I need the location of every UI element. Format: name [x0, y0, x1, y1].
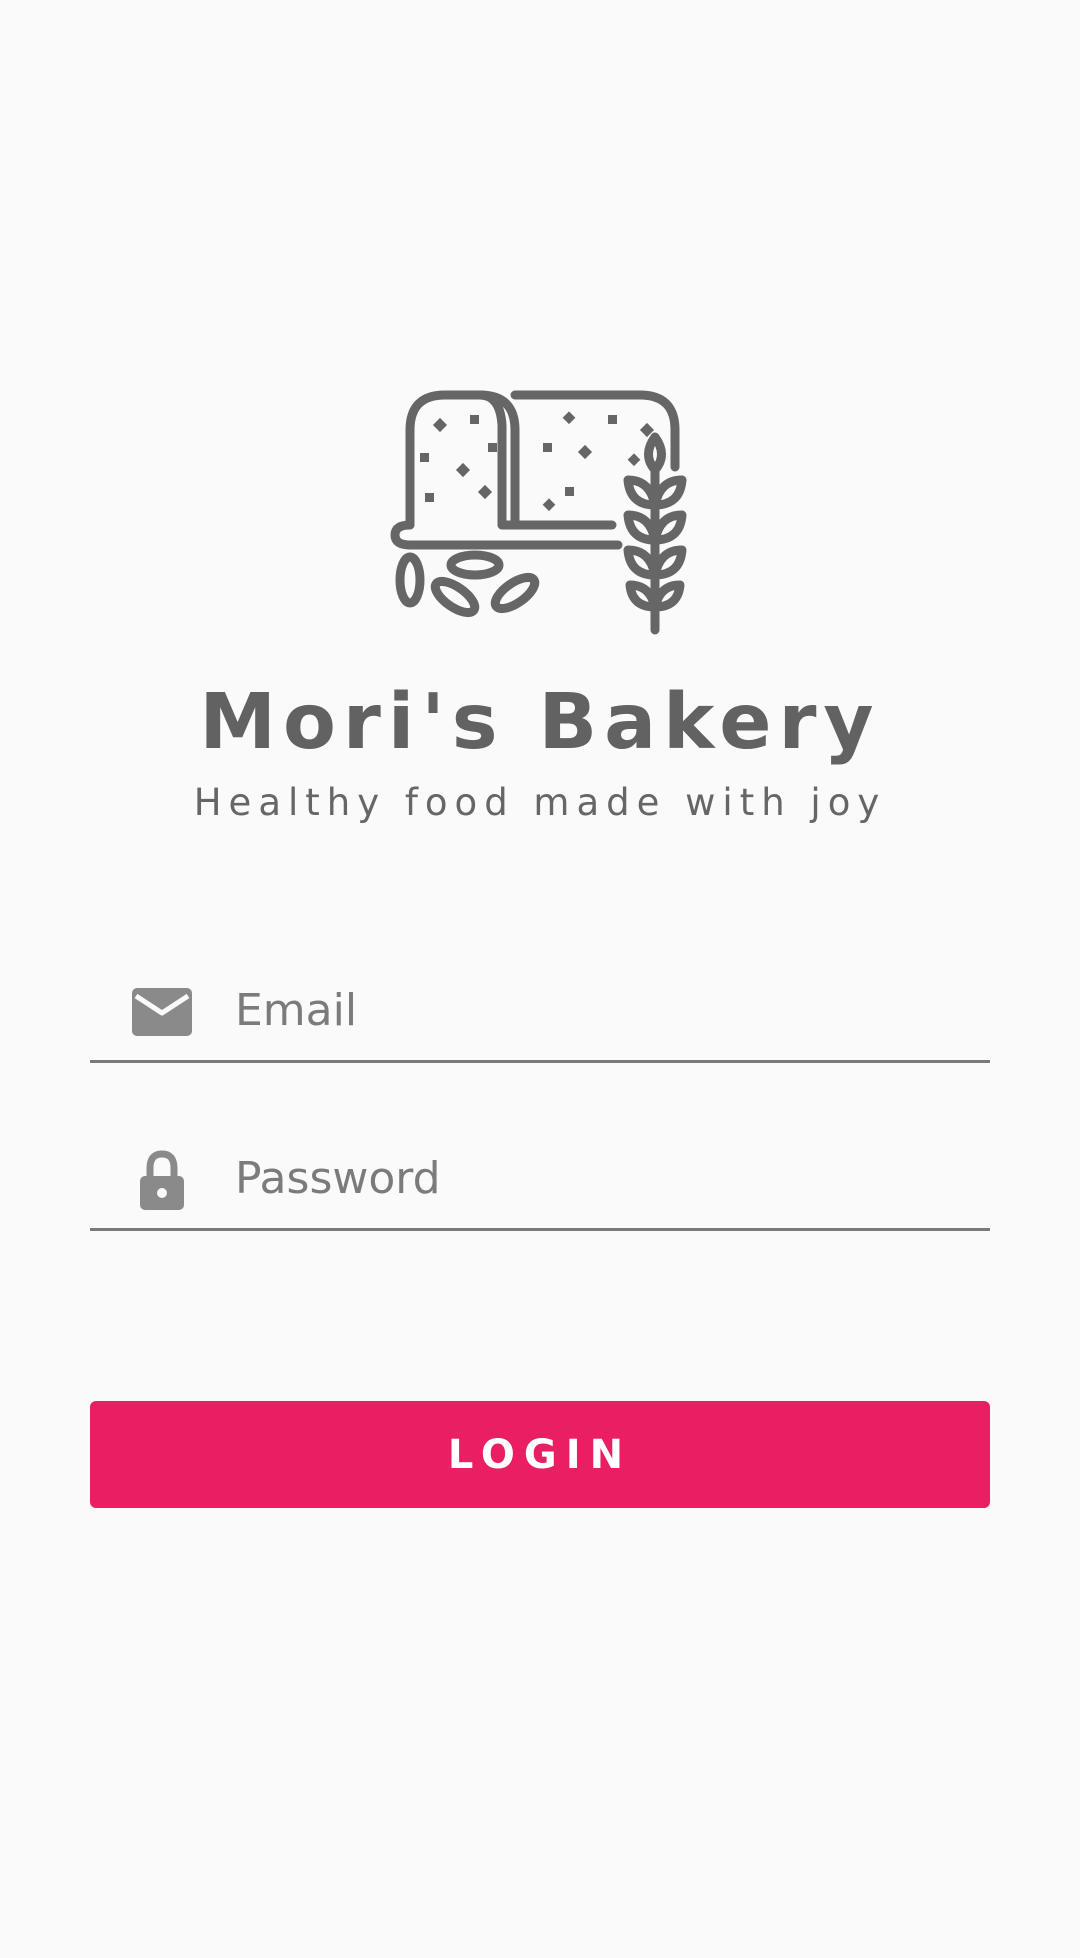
password-input[interactable] — [235, 1128, 975, 1228]
envelope-icon — [130, 980, 194, 1044]
email-input[interactable] — [235, 960, 975, 1060]
password-field-row — [90, 1128, 990, 1231]
login-button[interactable]: LOGIN — [90, 1401, 990, 1508]
bread-wheat-icon — [380, 375, 700, 645]
lock-icon — [130, 1148, 194, 1212]
brand-tagline: Healthy food made with joy — [193, 781, 887, 824]
brand-title: Mori's Bakery — [199, 678, 881, 767]
email-field-row — [90, 960, 990, 1063]
